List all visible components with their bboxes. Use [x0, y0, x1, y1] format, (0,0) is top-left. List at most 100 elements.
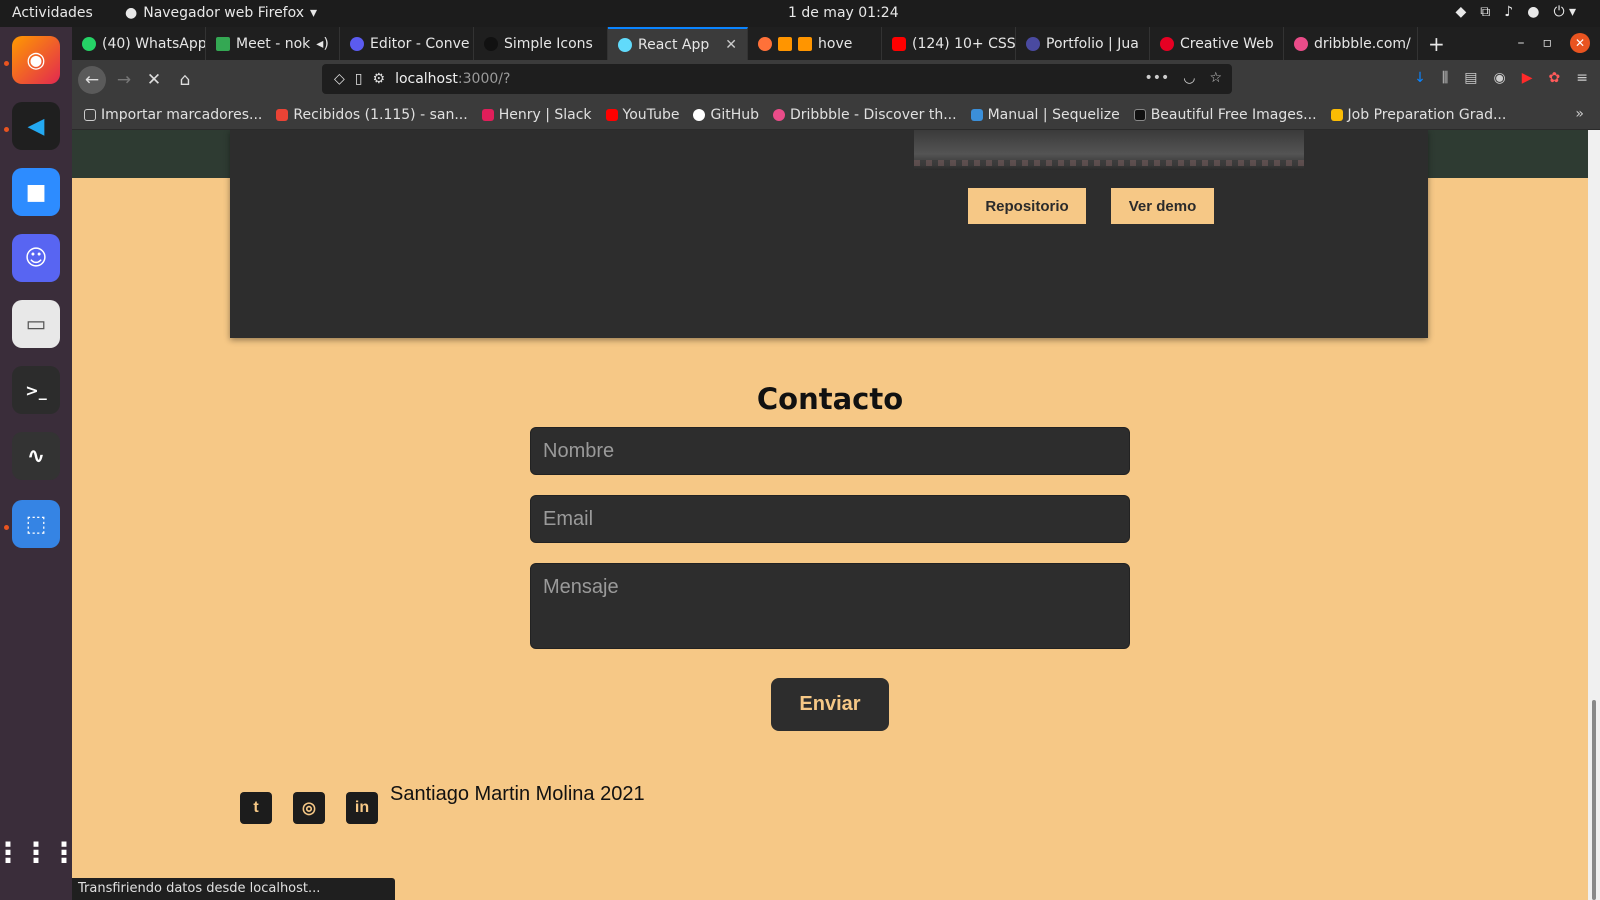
- clock[interactable]: 1 de may 01:24: [788, 5, 899, 21]
- close-icon[interactable]: ✕: [725, 37, 737, 53]
- shield-icon: ◆: [1455, 4, 1467, 20]
- bookmark-item[interactable]: Importar marcadores...: [84, 107, 262, 123]
- dribbble-icon: [1294, 36, 1308, 51]
- bookmarks-toolbar: Importar marcadores... Recibidos (1.115)…: [72, 100, 1600, 130]
- send-button[interactable]: Enviar: [771, 678, 889, 731]
- repository-button[interactable]: Repositorio: [968, 188, 1086, 224]
- demo-button[interactable]: Ver demo: [1111, 188, 1214, 224]
- files-icon[interactable]: ▭: [12, 300, 60, 348]
- bookmark-item[interactable]: Manual | Sequelize: [970, 106, 1120, 123]
- page-scrollbar[interactable]: [1588, 130, 1600, 900]
- extension-icon[interactable]: ✿: [1549, 70, 1561, 86]
- tab-simple-icons[interactable]: Simple Icons: [474, 27, 608, 60]
- menu-icon[interactable]: ≡: [1576, 70, 1588, 86]
- terminal-icon[interactable]: >_: [12, 366, 60, 414]
- bookmark-item[interactable]: Beautiful Free Images...: [1133, 106, 1317, 123]
- arrow-left-icon: ←: [84, 70, 100, 90]
- firefox-icon[interactable]: ◉: [12, 36, 60, 84]
- system-tray[interactable]: ◆ ⧉ ♪ ● ⏻ ▾: [1456, 4, 1577, 20]
- sidebar-icon[interactable]: ▤: [1464, 70, 1477, 86]
- email-field[interactable]: Email: [530, 495, 1130, 543]
- url-host: localhost: [395, 71, 458, 87]
- tab-editor[interactable]: Editor - Conve: [340, 27, 474, 60]
- minimize-icon[interactable]: –: [1518, 35, 1525, 51]
- speaker-icon[interactable]: ◂): [316, 36, 329, 52]
- tab-react-app[interactable]: React App ✕: [608, 27, 748, 60]
- slack-icon: [481, 108, 494, 121]
- show-apps-icon[interactable]: ⋮⋮⋮: [0, 828, 78, 876]
- more-icon[interactable]: •••: [1144, 70, 1169, 86]
- back-button[interactable]: ←: [78, 66, 106, 94]
- bookmark-label: Manual | Sequelize: [987, 106, 1120, 123]
- forward-button[interactable]: →: [110, 66, 138, 94]
- bookmark-item[interactable]: Henry | Slack: [481, 107, 592, 123]
- screen-share-icon: [798, 36, 812, 51]
- url-rest: :3000/?: [457, 71, 511, 87]
- close-window-icon[interactable]: ✕: [1570, 33, 1590, 53]
- tab-whatsapp[interactable]: (40) WhatsApp: [72, 27, 206, 60]
- tab-label: Editor - Conve: [370, 35, 470, 52]
- bookmark-item[interactable]: YouTube: [605, 107, 679, 123]
- pocket-icon[interactable]: ◡: [1183, 70, 1195, 86]
- scrollbar-thumb[interactable]: [1592, 700, 1596, 900]
- bookmark-item[interactable]: Recibidos (1.115) - san...: [276, 107, 468, 123]
- account-icon[interactable]: ◉: [1494, 70, 1506, 86]
- github-icon[interactable]: ◎: [293, 792, 325, 824]
- running-indicator: [4, 525, 9, 530]
- firefox-icon: [758, 36, 772, 51]
- permissions-icon[interactable]: ⚙: [373, 71, 386, 87]
- bookmark-label: Beautiful Free Images...: [1150, 106, 1317, 123]
- tab-portfolio[interactable]: Portfolio | Jua: [1016, 27, 1150, 60]
- sequelize-icon: [970, 108, 983, 121]
- arrow-right-icon: →: [116, 70, 132, 90]
- drive-icon: [1330, 108, 1343, 121]
- zoom-icon[interactable]: ■: [12, 168, 60, 216]
- bookmark-item[interactable]: GitHub: [693, 107, 759, 123]
- screenshot-icon[interactable]: ⬚: [12, 500, 60, 548]
- contact-title: Contacto: [756, 382, 904, 416]
- system-monitor-icon[interactable]: ∿: [12, 432, 60, 480]
- tab-hover[interactable]: hove: [748, 27, 882, 60]
- download-icon[interactable]: ↓: [1414, 70, 1426, 86]
- home-button[interactable]: ⌂: [171, 66, 199, 94]
- vscode-icon[interactable]: ◀: [12, 102, 60, 150]
- star-icon[interactable]: ☆: [1209, 70, 1222, 86]
- bookmark-item[interactable]: Job Preparation Grad...: [1330, 107, 1506, 123]
- network-icon: ⧉: [1480, 4, 1491, 20]
- whatsapp-icon: [82, 36, 96, 51]
- system-top-bar: Actividades ● Navegador web Firefox ▾ 1 …: [0, 0, 1600, 27]
- power-icon: ⏻ ▾: [1553, 4, 1576, 20]
- tab-label: React App: [638, 36, 710, 53]
- twitter-icon[interactable]: t: [240, 792, 272, 824]
- app-menu[interactable]: ● Navegador web Firefox ▾: [125, 5, 317, 21]
- tab-bar: (40) WhatsApp Meet - nok ◂) Editor - Con…: [72, 27, 1600, 60]
- tab-dribbble[interactable]: dribbble.com/: [1284, 27, 1418, 60]
- name-field[interactable]: Nombre: [530, 427, 1130, 475]
- shield-icon[interactable]: ◇: [334, 71, 345, 87]
- navigation-toolbar: ← → ✕ ⌂ ◇ ▯ ⚙ localhost:3000/? ••• ◡ ☆ ↓…: [72, 60, 1600, 100]
- chevron-right-icon[interactable]: »: [1575, 106, 1584, 122]
- tab-pinterest[interactable]: Creative Web: [1150, 27, 1284, 60]
- tab-meet[interactable]: Meet - nok ◂): [206, 27, 340, 60]
- youtube-extension-icon[interactable]: ▶: [1522, 70, 1533, 86]
- microphone-icon: ●: [1527, 4, 1540, 20]
- plus-icon: +: [1428, 31, 1445, 56]
- message-field[interactable]: Mensaje: [530, 563, 1130, 649]
- new-tab-button[interactable]: +: [1418, 27, 1458, 60]
- stop-button[interactable]: ✕: [140, 66, 168, 94]
- youtube-icon: [605, 108, 618, 121]
- unsplash-icon: [1133, 108, 1146, 121]
- microphone-icon: [778, 36, 792, 51]
- url-bar[interactable]: ◇ ▯ ⚙ localhost:3000/? ••• ◡ ☆: [322, 64, 1232, 94]
- youtube-icon: [892, 36, 906, 51]
- tab-label: Creative Web: [1180, 35, 1274, 52]
- project-screenshot: [914, 130, 1304, 170]
- bookmark-item[interactable]: Dribbble - Discover th...: [772, 107, 957, 123]
- maximize-icon[interactable]: ▫: [1543, 35, 1553, 51]
- discord-icon[interactable]: ☺: [12, 234, 60, 282]
- footer-name: Santiago Martin Molina 2021: [390, 783, 645, 805]
- tab-youtube[interactable]: (124) 10+ CSS: [882, 27, 1016, 60]
- linkedin-icon[interactable]: in: [346, 792, 378, 824]
- activities-button[interactable]: Actividades: [12, 5, 93, 21]
- library-icon[interactable]: ⫼: [1442, 70, 1448, 86]
